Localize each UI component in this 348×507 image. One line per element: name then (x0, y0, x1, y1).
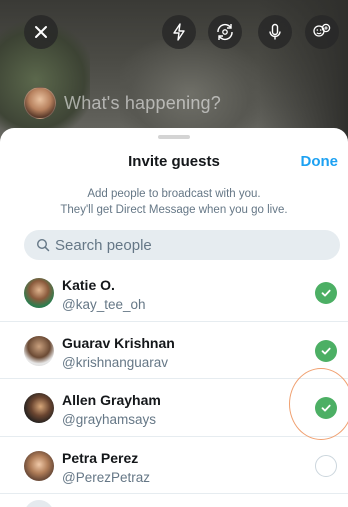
invite-guests-button[interactable] (305, 15, 339, 49)
unselected-checkbox[interactable] (315, 454, 337, 477)
close-button[interactable] (24, 15, 58, 49)
guest-name: Petra Perez (62, 449, 139, 466)
guest-handle: @krishnanguarav (62, 354, 169, 370)
invite-guests-sheet: Invite guests Done Add people to broadca… (0, 128, 348, 507)
guest-name: Allen Grayham (62, 392, 161, 408)
search-icon (36, 238, 50, 252)
selected-checkbox[interactable] (315, 282, 337, 304)
flip-camera-button[interactable] (208, 15, 242, 49)
avatar (24, 450, 54, 481)
checkmark-icon (321, 347, 331, 354)
list-item[interactable]: Petra Perez @PerezPetraz (0, 437, 348, 494)
microphone-button[interactable] (258, 15, 292, 49)
flash-button[interactable] (162, 15, 196, 49)
avatar (24, 500, 54, 507)
guest-name: Guarav Krishnan (62, 334, 175, 351)
sheet-title: Invite guests (128, 153, 220, 170)
microphone-icon (269, 23, 281, 40)
done-button[interactable]: Done (301, 153, 339, 170)
compose-placeholder[interactable]: What's happening? (64, 93, 221, 114)
avatar (24, 278, 54, 308)
sheet-grabber[interactable] (158, 135, 190, 139)
guest-list: Katie O. @kay_tee_oh Guarav Krishnan @kr… (0, 264, 348, 494)
selected-checkbox[interactable] (315, 397, 337, 419)
search-input[interactable] (55, 236, 315, 254)
checkmark-icon (321, 404, 331, 412)
subtitle-line-2: They'll get Direct Message when you go l… (60, 204, 288, 216)
guest-handle: @grayhamsays (62, 412, 156, 427)
list-item[interactable]: Katie O. @kay_tee_oh (0, 264, 348, 322)
flip-camera-icon (217, 23, 233, 41)
compose-row[interactable]: What's happening? (24, 86, 221, 120)
add-guests-icon (313, 23, 331, 37)
search-bar[interactable] (24, 230, 340, 260)
checkmark-icon (321, 289, 331, 297)
subtitle-line-1: Add people to broadcast with you. (87, 188, 261, 200)
avatar (24, 87, 56, 119)
list-item[interactable]: Guarav Krishnan @krishnanguarav (0, 322, 348, 379)
close-icon (35, 26, 47, 38)
guest-name: Katie O. (62, 277, 115, 293)
list-item[interactable]: Allen Grayham @grayhamsays (0, 379, 348, 437)
selected-checkbox[interactable] (315, 339, 337, 362)
sheet-subtitle: Add people to broadcast with you. They'l… (0, 186, 348, 218)
list-item[interactable] (0, 492, 348, 507)
avatar (24, 393, 54, 423)
flash-icon (173, 23, 185, 41)
guest-handle: @PerezPetraz (62, 469, 150, 485)
avatar (24, 335, 54, 366)
guest-handle: @kay_tee_oh (62, 297, 146, 312)
